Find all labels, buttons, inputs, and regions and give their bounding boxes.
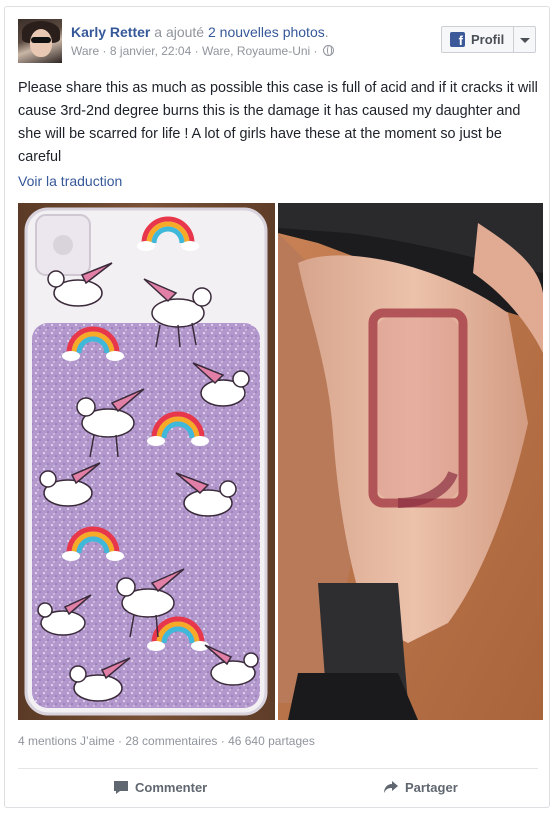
photo-grid <box>18 203 543 720</box>
post-text: Please share this as much as possible th… <box>18 80 538 165</box>
profile-button[interactable]: f Profil <box>441 26 536 53</box>
share-button-label: Partager <box>405 779 458 795</box>
comment-bubble-icon <box>114 780 128 794</box>
photos-link[interactable]: 2 nouvelles photos <box>208 24 325 40</box>
burned-leg-image <box>278 203 543 720</box>
photo-burned-leg[interactable] <box>278 203 543 720</box>
share-button[interactable]: Partager <box>383 777 458 797</box>
action-suffix: . <box>324 24 329 40</box>
share-arrow-icon <box>384 780 398 793</box>
post-meta: Ware · 8 janvier, 22:04 · Ware, Royaume-… <box>71 44 334 58</box>
comment-button[interactable]: Commenter <box>113 777 207 797</box>
action-prefix: a ajouté <box>154 24 205 40</box>
actions-divider <box>18 768 538 769</box>
see-translation-link[interactable]: Voir la traduction <box>18 173 122 189</box>
profile-button-main[interactable]: f Profil <box>442 27 513 52</box>
phone-case-image <box>18 203 275 720</box>
post-meta-text[interactable]: Ware · 8 janvier, 22:04 · Ware, Royaume-… <box>71 44 318 58</box>
avatar-sunglasses <box>31 37 51 43</box>
comment-button-label: Commenter <box>135 779 208 795</box>
chevron-down-icon[interactable] <box>513 27 535 52</box>
globe-icon <box>322 45 334 56</box>
post-stats[interactable]: 4 mentions J’aime · 28 commentaires · 46… <box>18 734 315 748</box>
post-header: Karly Retter a ajouté 2 nouvelles photos… <box>71 23 329 41</box>
post-card: Karly Retter a ajouté 2 nouvelles photos… <box>4 6 550 808</box>
author-avatar[interactable] <box>18 19 62 63</box>
avatar-face <box>30 29 52 57</box>
photo-phone-case[interactable] <box>18 203 275 720</box>
facebook-f-icon: f <box>450 32 465 47</box>
author-name[interactable]: Karly Retter <box>71 24 150 40</box>
profile-button-label: Profil <box>471 32 505 47</box>
